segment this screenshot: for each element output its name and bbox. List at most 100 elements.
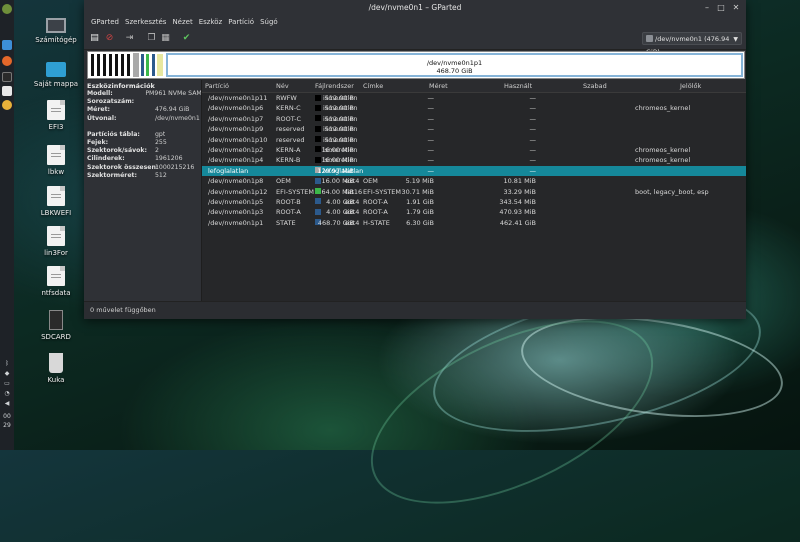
column-header[interactable]: Név xyxy=(276,82,289,90)
map-partition[interactable] xyxy=(127,54,130,76)
paste-icon[interactable]: ▦ xyxy=(160,33,171,44)
device-selector[interactable]: /dev/nvme0n1 (476.94 GiB) ▼ xyxy=(642,32,742,56)
column-header[interactable]: Szabad xyxy=(583,82,607,90)
filesystem-color-swatch xyxy=(315,115,321,122)
volume-icon[interactable]: ◀ xyxy=(0,400,14,407)
info-key: Szektorok összesen: xyxy=(87,163,159,171)
cell-n: KERN-A xyxy=(276,145,301,154)
menu-icon[interactable] xyxy=(2,4,12,14)
table-row[interactable]: /dev/nvme0n1p12 EFI-SYSTEM fat16 EFI-SYSTEM… xyxy=(202,187,746,197)
column-header[interactable]: Címke xyxy=(363,82,383,90)
column-header[interactable]: Fájlrendszer xyxy=(315,82,354,90)
map-partition[interactable] xyxy=(157,54,163,76)
map-partition-main[interactable]: /dev/nvme0n1p1 468.70 GiB xyxy=(166,53,743,77)
cell-f: — xyxy=(529,145,537,154)
files-icon[interactable] xyxy=(2,40,12,50)
desktop-icon-label: EFI3 xyxy=(48,123,64,131)
map-partition[interactable] xyxy=(115,54,118,76)
menu-help[interactable]: Súgó xyxy=(257,16,281,29)
info-value: PM961 NVMe SAMSU xyxy=(145,90,201,97)
cell-n: reserved xyxy=(276,125,305,134)
cell-u: — xyxy=(427,114,435,123)
cell-p: lefoglalatlan xyxy=(208,166,249,175)
chromium-icon[interactable] xyxy=(2,100,12,110)
info-row: Modell: PM961 NVMe SAMSU xyxy=(84,90,201,98)
info-row: Cilinderek: 1961206 xyxy=(84,155,201,163)
desktop-icon-file[interactable]: ntfsdata xyxy=(26,266,86,297)
column-header[interactable]: Használt xyxy=(504,82,532,90)
desktop-icon-computer[interactable]: Számítógép xyxy=(26,18,86,44)
table-row[interactable]: /dev/nvme0n1p4 KERN-B ismeretlen 16.00 MiB —… xyxy=(202,155,746,165)
resize-move-icon[interactable]: ⇥ xyxy=(124,33,135,44)
map-unallocated[interactable] xyxy=(133,53,139,77)
table-row[interactable]: /dev/nvme0n1p8 OEM ext4 OEM 16.00 MiB 5.19 Mi… xyxy=(202,176,746,186)
cell-n: ROOT-A xyxy=(276,208,301,217)
bluetooth-icon[interactable]: ᛒ xyxy=(0,360,14,367)
table-row[interactable]: /dev/nvme0n1p11 RWFW ismeretlen 512.00 B — — xyxy=(202,93,746,103)
table-row[interactable]: /dev/nvme0n1p6 KERN-C ismeretlen 512.00 B — —… xyxy=(202,103,746,113)
map-partition[interactable] xyxy=(103,54,106,76)
table-row[interactable]: /dev/nvme0n1p2 KERN-A ismeretlen 16.00 MiB —… xyxy=(202,145,746,155)
map-partition[interactable] xyxy=(109,54,112,76)
map-partition[interactable] xyxy=(141,54,144,76)
desktop-icon-file[interactable]: EFI3 xyxy=(26,100,86,131)
wifi-icon[interactable]: ◔ xyxy=(0,390,14,397)
map-partition[interactable] xyxy=(91,54,94,76)
file-icon xyxy=(47,226,65,246)
column-header[interactable]: Jelölők xyxy=(680,82,701,90)
info-key: Méret: xyxy=(87,106,111,114)
close-button[interactable]: ✕ xyxy=(731,3,741,13)
map-partition[interactable] xyxy=(152,54,155,76)
column-header[interactable]: Méret xyxy=(429,82,448,90)
clipboard-icon[interactable]: ▭ xyxy=(0,380,14,387)
firefox-icon[interactable] xyxy=(2,56,12,66)
copy-icon[interactable]: ❐ xyxy=(146,33,157,44)
map-partition[interactable] xyxy=(97,54,100,76)
column-header[interactable]: Partíció xyxy=(205,82,229,90)
map-partition[interactable] xyxy=(121,54,124,76)
filesystem-color-swatch xyxy=(315,177,321,184)
menu-view[interactable]: Nézet xyxy=(169,16,195,29)
info-row: Fejek: 255 xyxy=(84,139,201,147)
new-partition-icon[interactable]: ▤ xyxy=(89,33,100,44)
table-row[interactable]: /dev/nvme0n1p9 reserved ismeretlen 512.00 B… xyxy=(202,124,746,134)
apply-icon[interactable]: ✔ xyxy=(181,33,192,44)
cell-u: 30.71 MiB xyxy=(401,187,434,196)
info-key: Szektorok/sávok: xyxy=(87,147,147,155)
desktop-icon-label: ntfsdata xyxy=(41,289,71,297)
table-row[interactable]: /dev/nvme0n1p3 ROOT-A ext4 ROOT-A 4.00 GiB 1.… xyxy=(202,207,746,217)
cell-n: KERN-C xyxy=(276,104,301,113)
network-icon[interactable]: ◆ xyxy=(0,370,14,377)
terminal-icon[interactable] xyxy=(2,72,12,82)
title-bar[interactable]: /dev/nvme0n1 – GParted – □ ✕ xyxy=(84,0,746,16)
cell-n: STATE xyxy=(276,218,296,227)
menu-edit[interactable]: Szerkesztés xyxy=(122,16,169,29)
disk-map[interactable]: /dev/nvme0n1p1 468.70 GiB xyxy=(87,51,745,79)
menu-device[interactable]: Eszköz xyxy=(196,16,226,29)
desktop-icon-sdcard[interactable]: SDCARD xyxy=(26,310,86,341)
cell-p: /dev/nvme0n1p10 xyxy=(208,135,268,144)
table-row[interactable]: /dev/nvme0n1p10 reserved ismeretlen 512.00 … xyxy=(202,135,746,145)
desktop-icon-file[interactable]: LBKWEFI xyxy=(26,186,86,217)
desktop-icon-home[interactable]: Saját mappa xyxy=(26,62,86,88)
desktop-icon-trash[interactable]: Kuka xyxy=(26,353,86,384)
table-row[interactable]: lefoglalatlan lefoglalatlan 129.97 MiB — — xyxy=(202,165,746,177)
maximize-button[interactable]: □ xyxy=(716,3,726,13)
cell-f: — xyxy=(529,94,537,102)
delete-partition-icon[interactable]: ⊘ xyxy=(104,33,115,44)
cell-p: /dev/nvme0n1p8 xyxy=(208,177,264,186)
desktop-icon-file[interactable]: lin3For xyxy=(26,226,86,257)
gparted-icon[interactable] xyxy=(2,86,12,96)
menu-partition[interactable]: Partíció xyxy=(225,16,257,29)
clock-minute[interactable]: 29 xyxy=(0,422,14,429)
desktop-icon-label: LBKWEFI xyxy=(40,209,72,217)
menu-gparted[interactable]: GParted xyxy=(88,16,122,29)
clock-hour[interactable]: 00 xyxy=(0,413,14,420)
minimize-button[interactable]: – xyxy=(702,3,712,13)
desktop-icon-file[interactable]: lbkw xyxy=(26,145,86,176)
table-row[interactable]: /dev/nvme0n1p5 ROOT-B ext4 ROOT-A 4.00 GiB 1.… xyxy=(202,197,746,207)
table-row[interactable]: /dev/nvme0n1p7 ROOT-C ismeretlen 512.00 B — — xyxy=(202,114,746,124)
table-row[interactable]: /dev/nvme0n1p1 STATE ext4 H-STATE 468.70 GiB… xyxy=(202,218,746,228)
map-partition[interactable] xyxy=(146,54,149,76)
filesystem-color-swatch xyxy=(315,125,321,132)
